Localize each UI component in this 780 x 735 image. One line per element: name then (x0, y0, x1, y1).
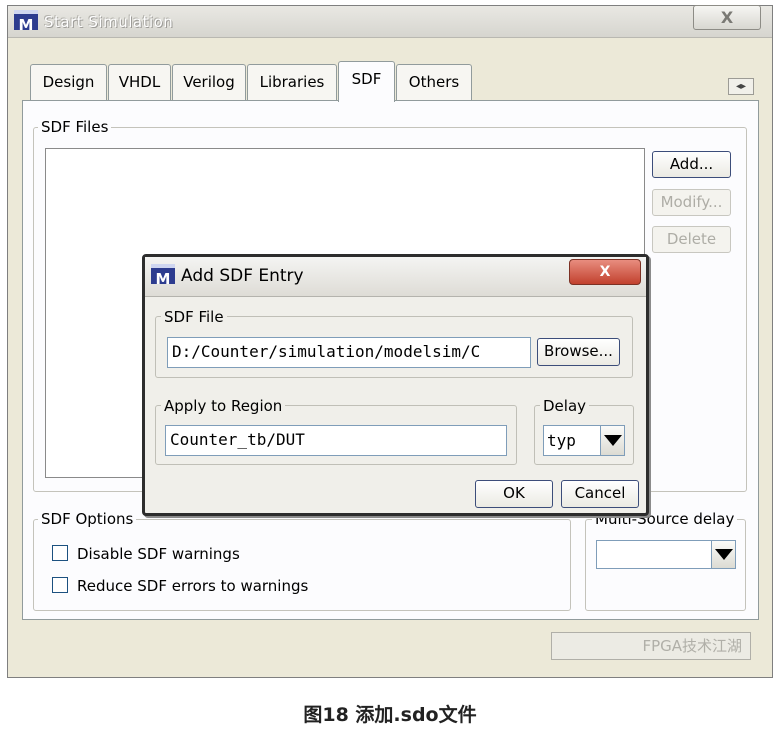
tab-sdf[interactable]: SDF (338, 61, 395, 102)
sdf-options-legend: SDF Options (38, 510, 137, 528)
dialog-app-icon: M (151, 264, 175, 288)
reduce-sdf-errors-label: Reduce SDF errors to warnings (77, 577, 309, 595)
sdf-file-path-input[interactable]: D:/Counter/simulation/modelsim/C (167, 337, 531, 368)
modelsim-app-icon: M (14, 10, 38, 34)
browse-button[interactable]: Browse... (537, 338, 620, 366)
ok-button[interactable]: OK (475, 480, 553, 508)
multi-source-delay-select[interactable] (596, 540, 736, 569)
region-input[interactable]: Counter_tb/DUT (165, 425, 507, 456)
tab-vhdl[interactable]: VHDL (108, 64, 171, 100)
tab-scroll-arrows[interactable]: ◂▸ (728, 78, 754, 95)
reduce-sdf-errors-checkbox[interactable] (52, 577, 68, 593)
delay-select[interactable]: typ (543, 425, 625, 456)
sdf-files-legend: SDF Files (38, 118, 112, 136)
disable-sdf-warnings-checkbox[interactable] (52, 545, 68, 561)
window-title: Start Simulation (44, 13, 174, 31)
tab-design[interactable]: Design (30, 64, 107, 100)
dialog-title: Add SDF Entry (181, 266, 304, 286)
close-icon: X (599, 264, 611, 280)
dropdown-arrow-button[interactable] (600, 426, 624, 455)
window-close-button[interactable]: X (693, 5, 761, 30)
chevron-down-icon (714, 549, 733, 560)
tab-verilog[interactable]: Verilog (172, 64, 246, 100)
delete-button[interactable]: Delete (652, 226, 731, 253)
chevron-right-icon[interactable]: ▸ (741, 81, 746, 92)
tab-libraries[interactable]: Libraries (247, 64, 337, 100)
modify-button[interactable]: Modify... (652, 189, 731, 216)
apply-to-region-legend: Apply to Region (161, 397, 286, 415)
delay-legend: Delay (540, 397, 590, 415)
close-icon: X (720, 8, 734, 27)
figure-caption: 图18 添加.sdo文件 (303, 704, 477, 726)
cancel-button[interactable]: Cancel (561, 480, 639, 508)
sdf-file-legend: SDF File (161, 308, 227, 326)
sdf-options-group (33, 519, 571, 611)
tab-others[interactable]: Others (396, 64, 472, 100)
chevron-down-icon (603, 435, 622, 446)
disable-sdf-warnings-label: Disable SDF warnings (77, 545, 240, 563)
watermark: FPGA技术江湖 (551, 632, 751, 660)
dropdown-arrow-button[interactable] (711, 541, 735, 568)
add-button[interactable]: Add... (652, 151, 731, 178)
dialog-close-button[interactable]: X (569, 259, 641, 285)
delay-value: typ (547, 431, 576, 450)
